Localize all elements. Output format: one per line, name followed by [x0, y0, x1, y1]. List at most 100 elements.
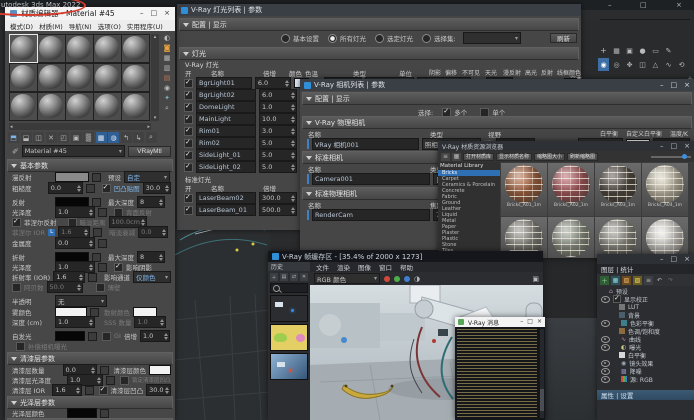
material-slot[interactable]: [38, 35, 65, 62]
eye-icon[interactable]: [601, 336, 610, 343]
eye-icon[interactable]: [601, 376, 610, 383]
light-on-checkbox[interactable]: [184, 91, 193, 100]
make-unique-icon[interactable]: [58, 132, 69, 143]
light-on-checkbox[interactable]: [184, 79, 193, 88]
light-on-checkbox[interactable]: [184, 127, 193, 136]
sheen-map-button[interactable]: [100, 409, 109, 418]
light-name-field[interactable]: MainLight: [196, 113, 256, 125]
snap-icon[interactable]: [598, 44, 609, 57]
undo-icon[interactable]: [655, 276, 664, 285]
menu-utilities[interactable]: 实用程序(U): [127, 21, 163, 31]
coat-gloss-map-button[interactable]: [106, 376, 115, 385]
maximize-icon[interactable]: □: [671, 256, 678, 263]
log-scrollbar[interactable]: [540, 329, 544, 418]
material-type-button[interactable]: VRayMtl: [128, 146, 171, 157]
reset-slot-icon[interactable]: [46, 132, 57, 143]
menu-mode[interactable]: 模式(D): [10, 21, 33, 31]
layer-item[interactable]: 源: RGB: [597, 375, 694, 383]
affect-shadows-checkbox[interactable]: [114, 263, 123, 272]
eye-icon[interactable]: [601, 344, 610, 351]
sheen-color-swatch[interactable]: [67, 408, 97, 418]
menu-file[interactable]: 文件: [316, 262, 329, 272]
get-material-icon[interactable]: [8, 132, 19, 143]
selection-set-dropdown[interactable]: [463, 32, 521, 44]
blue-channel-icon[interactable]: [404, 276, 410, 282]
assign-material-icon[interactable]: [33, 132, 44, 143]
viewport-bottom-strip[interactable]: [545, 258, 598, 420]
preview-icon[interactable]: [164, 84, 170, 92]
grid-view-icon[interactable]: [452, 153, 461, 161]
menu-navigation[interactable]: 导航(N): [69, 21, 92, 31]
layers-titlebar[interactable]: – □ ×: [597, 254, 694, 264]
scale-icon[interactable]: [650, 58, 661, 71]
history-delete-icon[interactable]: [300, 273, 308, 281]
roughness-spinner[interactable]: 0.0: [48, 182, 83, 194]
show-names-button[interactable]: 显示材质名称: [496, 153, 532, 161]
material-thumb[interactable]: Bricks_A01_1m: [501, 163, 547, 216]
light-on-checkbox[interactable]: [184, 206, 193, 215]
material-id-icon[interactable]: [83, 132, 94, 143]
curve-editor-icon[interactable]: [663, 44, 674, 57]
history-thumb[interactable]: [270, 295, 308, 322]
channel-dropdown[interactable]: RGB 颜色: [314, 273, 380, 284]
minimize-icon[interactable]: –: [660, 256, 664, 263]
render-icon[interactable]: [637, 44, 648, 57]
mirror-icon[interactable]: [624, 44, 635, 57]
light-mult-spinner[interactable]: 5.0: [259, 137, 297, 149]
angle-snap-icon[interactable]: [676, 58, 687, 71]
fog-depth-spinner[interactable]: 1.0: [55, 316, 95, 328]
light-mult-spinner[interactable]: 300.0: [259, 192, 297, 204]
dimfall-spinner[interactable]: 0.0: [138, 226, 168, 238]
light-mult-spinner[interactable]: 3.0: [259, 125, 297, 137]
thin-walled-checkbox[interactable]: [96, 283, 105, 292]
video-check-icon[interactable]: [164, 74, 171, 82]
sample-hscroll[interactable]: [9, 123, 151, 130]
layer-item[interactable]: LUT: [597, 303, 694, 311]
light-mult-spinner[interactable]: 5.0: [259, 161, 297, 173]
light-on-checkbox[interactable]: [184, 103, 193, 112]
abbe-checkbox[interactable]: [12, 283, 21, 292]
material-slot[interactable]: [38, 64, 65, 91]
refract-gloss-map-button[interactable]: [98, 263, 107, 272]
ior-lock-icon[interactable]: L: [48, 229, 55, 236]
mirror2-icon[interactable]: [663, 58, 674, 71]
metal-map-button[interactable]: [98, 239, 107, 248]
minimize-icon[interactable]: –: [608, 1, 612, 9]
select-by-material-icon[interactable]: [165, 104, 169, 113]
sample-type-icon[interactable]: [164, 34, 170, 42]
maximize-icon[interactable]: □: [151, 10, 158, 17]
layer-item[interactable]: 镜头效果: [597, 359, 694, 367]
pick-material-icon[interactable]: [12, 147, 19, 156]
material-editor-titlebar[interactable]: 材质编辑器 - Material #45 – □ ×: [5, 7, 175, 20]
coat-ior-spinner[interactable]: 1.6: [52, 384, 81, 396]
history-save-icon[interactable]: [270, 273, 278, 281]
gi-checkbox[interactable]: [102, 332, 111, 341]
show-map-icon[interactable]: [96, 132, 107, 143]
refresh-thumbs-button[interactable]: 刷新缩略图: [567, 153, 598, 161]
minimize-icon[interactable]: –: [140, 10, 144, 17]
coat-ior-map-button[interactable]: [85, 386, 94, 395]
material-slot[interactable]: [94, 35, 121, 62]
layer-manager-icon[interactable]: [650, 44, 661, 57]
background-icon[interactable]: [164, 54, 171, 62]
radio-all-lights[interactable]: [328, 34, 337, 43]
glossiness-map-button[interactable]: [98, 208, 107, 217]
close-icon[interactable]: ×: [164, 10, 170, 17]
eye-icon[interactable]: [601, 368, 610, 375]
config-rollout[interactable]: 配置 | 显示: [179, 18, 579, 31]
rotate-icon[interactable]: [637, 58, 648, 71]
grid-icon[interactable]: [611, 44, 622, 57]
material-slot[interactable]: [122, 93, 149, 120]
history-thumb[interactable]: [270, 324, 308, 351]
refract-ior-map-button[interactable]: [88, 273, 97, 282]
thumb-size-slider[interactable]: [651, 156, 691, 158]
light-on-checkbox[interactable]: [184, 139, 193, 148]
light-on-checkbox[interactable]: [184, 115, 193, 124]
camera-name-field[interactable]: RenderCam: [312, 209, 430, 221]
backlight-icon[interactable]: [164, 44, 171, 52]
bump-checkbox[interactable]: [102, 184, 111, 193]
light-name-field[interactable]: Rim02: [196, 137, 256, 149]
eye-icon[interactable]: [601, 296, 610, 303]
put-to-scene-icon[interactable]: [21, 132, 32, 143]
compensate-checkbox[interactable]: [16, 342, 25, 351]
